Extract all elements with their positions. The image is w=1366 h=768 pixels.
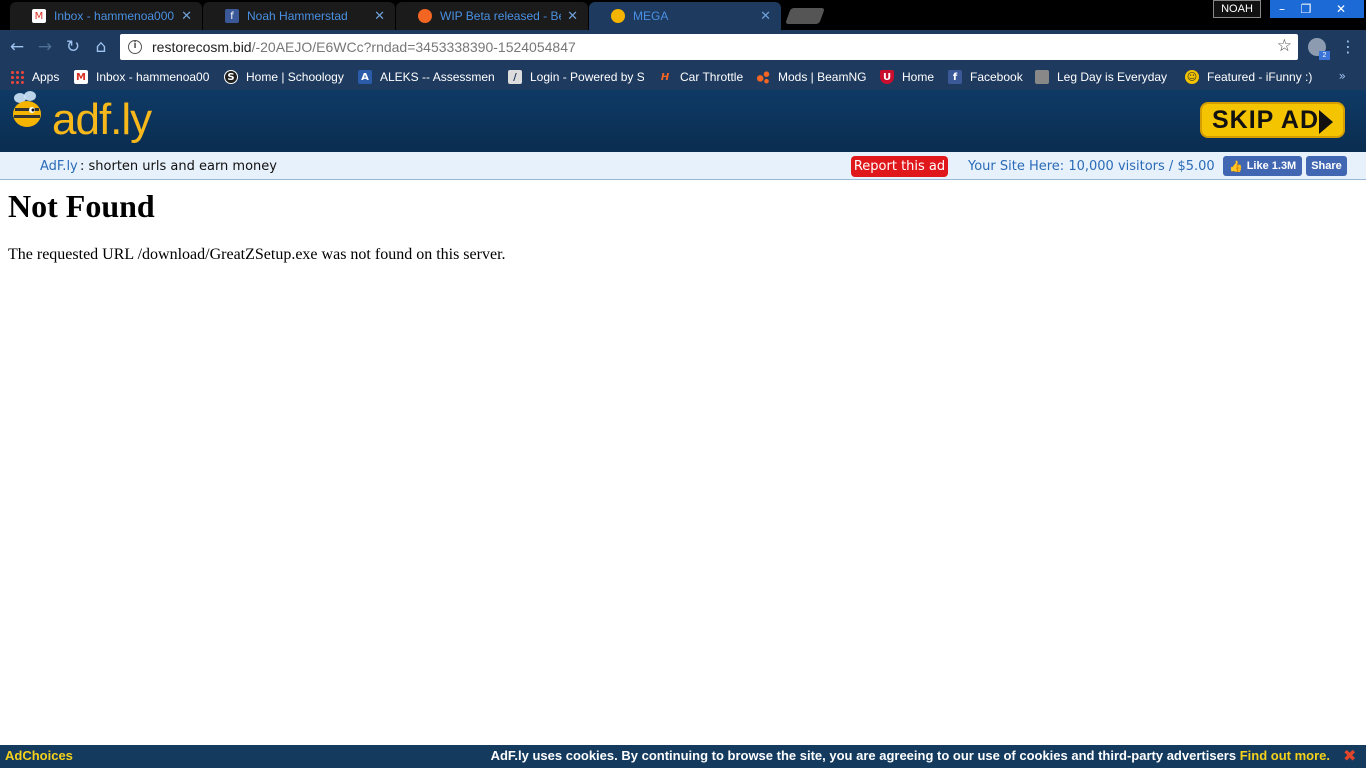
bee-icon: [611, 9, 625, 23]
tab-strip: M Inbox - hammenoa000@ ✕ f Noah Hammerst…: [0, 0, 1366, 30]
bookmark-schoology[interactable]: S Home | Schoology: [224, 68, 344, 86]
close-icon[interactable]: ✕: [760, 9, 771, 24]
cookie-bar: AdChoices AdF.ly uses cookies. By contin…: [0, 745, 1366, 768]
close-icon[interactable]: ✕: [567, 9, 578, 24]
like-label: Like 1.3M: [1246, 160, 1297, 172]
browser-toolbar: ← → ↻ ⌂ i restorecosm.bid /-20AEJO/E6WCc…: [0, 30, 1366, 64]
facebook-share-button[interactable]: Share: [1306, 156, 1347, 176]
adchoices-link[interactable]: AdChoices: [5, 748, 73, 763]
back-button[interactable]: ←: [6, 36, 28, 58]
bee-icon: [13, 91, 41, 127]
bookmark-label: Apps: [32, 70, 60, 84]
reload-button[interactable]: ↻: [62, 36, 84, 58]
close-icon[interactable]: ✕: [181, 9, 192, 24]
facebook-like-button[interactable]: 👍 Like 1.3M: [1223, 156, 1302, 176]
url-host: restorecosm.bid: [152, 39, 252, 55]
minimize-button[interactable]: –: [1270, 0, 1294, 18]
facebook-icon: f: [948, 70, 962, 84]
tab-mega[interactable]: MEGA ✕: [589, 2, 781, 30]
adfly-logo[interactable]: adf.ly: [52, 94, 152, 146]
close-icon[interactable]: ✖: [1343, 746, 1356, 765]
adfly-brand-link[interactable]: AdF.ly: [40, 159, 78, 174]
forward-button[interactable]: →: [34, 36, 56, 58]
cube-icon: [1035, 70, 1049, 84]
tab-title: MEGA: [633, 9, 669, 23]
bookmark-label: Car Throttle: [680, 70, 744, 84]
bookmark-inbox[interactable]: M Inbox - hammenoa00: [74, 68, 212, 86]
bookmarks-overflow-icon[interactable]: »: [1339, 69, 1346, 83]
bookmark-facebook[interactable]: f Facebook: [948, 68, 1023, 86]
bookmark-ifunny[interactable]: ☺ Featured - iFunny :): [1185, 68, 1312, 86]
bookmark-label: Mods | BeamNG: [778, 70, 867, 84]
bookmark-label: Home: [902, 70, 935, 84]
tab-title: Noah Hammerstad: [247, 9, 348, 23]
extension-badge: 2: [1319, 51, 1330, 60]
error-message: The requested URL /download/GreatZSetup.…: [8, 246, 506, 263]
thumbs-up-icon: 👍: [1229, 159, 1243, 173]
window-close-button[interactable]: ✕: [1318, 0, 1364, 18]
find-out-more-link[interactable]: Find out more.: [1240, 748, 1330, 763]
car-throttle-icon: H: [660, 71, 670, 83]
adfly-subbar: AdF.ly : shorten urls and earn money Rep…: [0, 152, 1366, 180]
new-tab-button[interactable]: [785, 8, 825, 24]
tab-beamng[interactable]: WIP Beta released - Bean ✕: [396, 2, 588, 30]
bookmark-car-throttle[interactable]: H Car Throttle: [658, 68, 743, 86]
bookmark-apps[interactable]: Apps: [10, 68, 59, 86]
page-title: Not Found: [8, 188, 155, 224]
bookmark-aleks[interactable]: A ALEKS -- Assessment: [358, 68, 494, 86]
tab-title: Inbox - hammenoa000@: [54, 9, 176, 23]
bookmarks-bar: Apps M Inbox - hammenoa00 S Home | Schoo…: [0, 64, 1366, 90]
bookmark-label: Leg Day is Everyday D: [1057, 70, 1171, 84]
facebook-icon: f: [225, 9, 239, 23]
apps-grid-icon: [10, 70, 24, 84]
beamng-icon: [418, 9, 432, 23]
menu-icon[interactable]: ⋮: [1340, 37, 1356, 57]
tab-facebook[interactable]: f Noah Hammerstad ✕: [203, 2, 395, 30]
bookmark-beamng[interactable]: Mods | BeamNG: [756, 68, 866, 86]
tab-inbox[interactable]: M Inbox - hammenoa000@ ✕: [10, 2, 202, 30]
home-button[interactable]: ⌂: [90, 36, 112, 58]
beamng-icon: [756, 70, 770, 84]
bookmark-label: ALEKS -- Assessment: [380, 70, 494, 84]
report-ad-button[interactable]: Report this ad: [851, 156, 948, 177]
aleks-icon: A: [358, 70, 372, 84]
your-site-link[interactable]: Your Site Here: 10,000 visitors / $5.00: [968, 159, 1215, 174]
bookmark-label: Inbox - hammenoa00: [96, 70, 210, 84]
bookmark-login[interactable]: / Login - Powered by S: [508, 68, 644, 86]
cookie-message: AdF.ly uses cookies. By continuing to br…: [491, 748, 1330, 763]
smiley-icon: ☺: [1185, 70, 1199, 84]
gmail-icon: M: [74, 70, 88, 84]
home-site-icon: U: [880, 70, 894, 84]
bookmark-label: Home | Schoology: [246, 70, 344, 84]
bookmark-leg-day[interactable]: Leg Day is Everyday D: [1035, 68, 1171, 86]
address-bar[interactable]: i restorecosm.bid /-20AEJO/E6WCc?rndad=3…: [120, 34, 1298, 60]
gmail-icon: M: [32, 9, 46, 23]
profile-button[interactable]: NOAH: [1213, 0, 1261, 18]
schoology-icon: S: [224, 70, 238, 84]
bookmark-label: Facebook: [970, 70, 1023, 84]
skip-ad-label: SKIP AD: [1212, 105, 1320, 134]
cookie-text: AdF.ly uses cookies. By continuing to br…: [490, 748, 1237, 763]
close-icon[interactable]: ✕: [374, 9, 385, 24]
adfly-tagline: : shorten urls and earn money: [80, 159, 277, 174]
tab-title: WIP Beta released - Bean: [440, 9, 561, 23]
login-icon: /: [508, 70, 522, 84]
url-path: /-20AEJO/E6WCc?rndad=3453338390-15240548…: [251, 39, 576, 55]
bookmark-label: Login - Powered by S: [530, 70, 644, 84]
adfly-header: adf.ly SKIP AD: [0, 90, 1366, 152]
info-icon[interactable]: i: [128, 40, 142, 54]
bookmark-label: Featured - iFunny :): [1207, 70, 1313, 84]
play-arrow-icon: [1319, 110, 1333, 134]
bookmark-home[interactable]: U Home: [880, 68, 934, 86]
maximize-button[interactable]: ❐: [1294, 0, 1318, 18]
bookmark-star-icon[interactable]: ☆: [1277, 36, 1292, 56]
skip-ad-button[interactable]: SKIP AD: [1200, 102, 1345, 138]
extension-icon[interactable]: 2: [1308, 38, 1330, 60]
